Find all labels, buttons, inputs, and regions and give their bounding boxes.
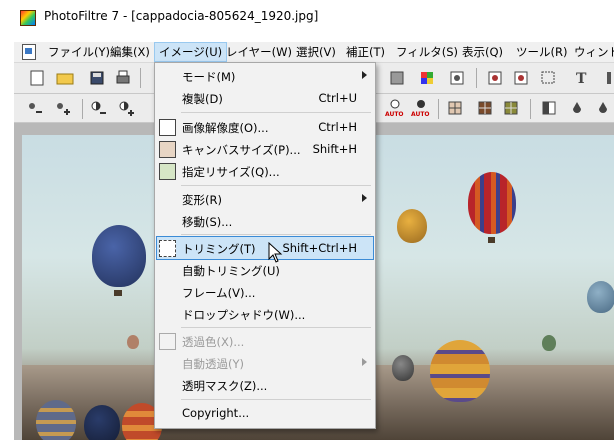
grid-dark-icon[interactable]: [474, 97, 496, 119]
menu-item-auto-crop[interactable]: 自動トリミング(U): [155, 259, 375, 281]
open-folder-icon[interactable]: [54, 67, 76, 89]
menu-item-crop[interactable]: トリミング(T) Shift+Ctrl+H: [156, 236, 374, 260]
menu-image[interactable]: イメージ(U): [154, 42, 228, 62]
menu-item-image-resolution[interactable]: 画像解像度(O)... Ctrl+H: [155, 116, 375, 138]
brightness-minus-icon[interactable]: [24, 97, 46, 119]
menu-item-move[interactable]: 移動(S)...: [155, 210, 375, 232]
menu-view[interactable]: 表示(Q): [458, 43, 507, 61]
svg-text:T: T: [576, 71, 587, 85]
transparency-color-icon: [159, 333, 176, 350]
mouse-cursor-icon: [268, 242, 283, 263]
color-grid-icon[interactable]: [416, 67, 438, 89]
menu-item-fit-resize[interactable]: 指定リサイズ(Q)...: [155, 160, 375, 182]
menu-item-duplicate[interactable]: 複製(D) Ctrl+U: [155, 87, 375, 109]
menu-window[interactable]: ウィンドウ: [570, 43, 614, 61]
menu-item-auto-transparency[interactable]: 自動透過(Y): [155, 352, 375, 374]
text-icon[interactable]: T: [570, 67, 592, 89]
contrast-minus-icon[interactable]: [88, 97, 110, 119]
drop-icon[interactable]: [566, 97, 588, 119]
menu-select[interactable]: 選択(V): [292, 43, 340, 61]
svg-text:AUTO: AUTO: [411, 111, 430, 118]
menu-layer[interactable]: レイヤー(W): [222, 43, 296, 61]
menu-item-mode[interactable]: モード(M): [155, 65, 375, 87]
canvas-icon[interactable]: [484, 67, 506, 89]
drop-small-icon[interactable]: [592, 97, 614, 119]
window-title: PhotoFiltre 7 - [cappadocia-805624_1920.…: [44, 9, 319, 23]
new-file-icon[interactable]: [26, 67, 48, 89]
document-icon[interactable]: [22, 44, 36, 60]
save-icon[interactable]: [86, 67, 108, 89]
menu-item-transparency-color[interactable]: 透過色(X)...: [155, 330, 375, 352]
crop-icon: [159, 240, 176, 257]
menu-item-drop-shadow[interactable]: ドロップシャドウ(W)...: [155, 303, 375, 325]
menu-item-frame[interactable]: フレーム(V)...: [155, 281, 375, 303]
contrast-plus-icon[interactable]: [116, 97, 138, 119]
fit-resize-icon: [159, 163, 176, 180]
print-icon[interactable]: [112, 67, 134, 89]
gradient-icon[interactable]: [386, 67, 408, 89]
menu-edit[interactable]: 編集(X): [106, 43, 154, 61]
photofiltre-app-icon[interactable]: [20, 10, 36, 26]
menu-item-canvas-size[interactable]: キャンバスサイズ(P)... Shift+H: [155, 138, 375, 160]
menu-item-transparency-mask[interactable]: 透明マスク(Z)...: [155, 374, 375, 396]
grid-green-icon[interactable]: [500, 97, 522, 119]
image-resolution-icon: [159, 119, 176, 136]
menu-file[interactable]: ファイル(Y): [44, 43, 114, 61]
auto-level-icon[interactable]: AUTO: [384, 97, 406, 119]
image-menu-dropdown: モード(M) 複製(D) Ctrl+U 画像解像度(O)... Ctrl+H キ…: [154, 62, 376, 429]
brush-icon[interactable]: [598, 67, 614, 89]
submenu-arrow-icon: [362, 71, 367, 79]
menu-adjust[interactable]: 補正(T): [342, 43, 389, 61]
submenu-arrow-icon: [362, 358, 367, 366]
menu-filter[interactable]: フィルタ(S): [392, 43, 462, 61]
menu-bar: ファイル(Y) 編集(X) イメージ(U) レイヤー(W) 選択(V) 補正(T…: [14, 42, 614, 63]
canvas-size-icon: [159, 141, 176, 158]
menu-item-transform[interactable]: 変形(R): [155, 188, 375, 210]
canvas-size-toolbar-icon[interactable]: [510, 67, 532, 89]
auto-contrast-icon[interactable]: AUTO: [410, 97, 432, 119]
brightness-plus-icon[interactable]: [52, 97, 74, 119]
title-bar: PhotoFiltre 7 - [cappadocia-805624_1920.…: [0, 0, 614, 32]
select-icon[interactable]: [538, 67, 560, 89]
resize-icon[interactable]: [446, 67, 468, 89]
menu-tools[interactable]: ツール(R): [512, 43, 571, 61]
svg-text:AUTO: AUTO: [385, 111, 404, 118]
sharpen-icon[interactable]: [538, 97, 560, 119]
menu-item-copyright[interactable]: Copyright...: [155, 402, 375, 424]
grid-icon[interactable]: [444, 97, 466, 119]
submenu-arrow-icon: [362, 194, 367, 202]
